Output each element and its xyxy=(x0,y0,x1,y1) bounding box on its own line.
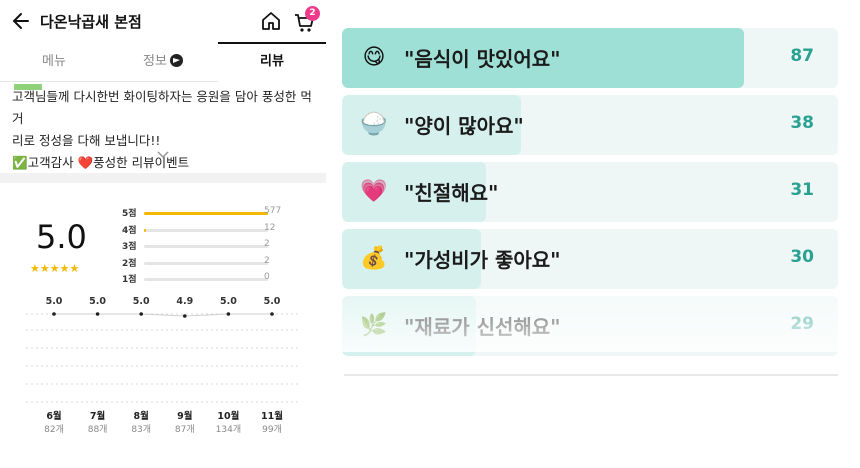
distribution-count: 0 xyxy=(264,272,270,282)
keyword-count: 30 xyxy=(790,247,814,267)
distribution-track xyxy=(144,245,268,248)
keyword-count: 87 xyxy=(790,46,814,66)
distribution-fill xyxy=(144,228,147,232)
distribution-count: 12 xyxy=(264,222,276,233)
keyword-count: 31 xyxy=(790,180,814,200)
monthly-trend-chart: 5.0 6월 82개 5.0 7월 88개 5.0 8월 83개 4.9 9월 87개 5.0 10월 13… xyxy=(26,292,300,435)
tab-review[interactable]: 리뷰 xyxy=(218,42,326,82)
trend-point xyxy=(270,312,274,316)
keyword-emoji-icon: 💰 xyxy=(360,246,388,271)
telegram-icon xyxy=(169,54,183,67)
keyword-label: "친절해요" xyxy=(404,181,499,205)
distribution-count: 2 xyxy=(264,239,270,249)
keyword-emoji-icon: 💗 xyxy=(360,179,388,204)
trend-review-count: 87개 xyxy=(174,425,195,435)
trend-month-label: 9월 xyxy=(177,411,193,422)
trend-point xyxy=(139,312,143,316)
chevron-down-icon[interactable] xyxy=(156,150,170,160)
keyword-row[interactable]: 💰 "가성비가 좋아요" 30 xyxy=(342,229,838,289)
trend-review-count: 83개 xyxy=(131,425,152,435)
back-arrow-icon[interactable] xyxy=(10,10,32,32)
store-review-panel: 다온낙곱새 본점 2 메뉴 정보 리뷰 고객님들께 다시한번 화이팅하자는 응원… xyxy=(0,0,326,468)
keyword-emoji-icon: 🍚 xyxy=(360,112,388,137)
distribution-label: 2점 xyxy=(122,258,137,269)
trend-score-label: 5.0 xyxy=(89,296,107,307)
app-header: 다온낙곱새 본점 2 xyxy=(0,0,326,42)
section-divider xyxy=(0,173,326,183)
keyword-label: "재료가 신선해요" xyxy=(404,315,561,339)
store-notice: 고객님들께 다시한번 화이팅하자는 응원을 담아 풍성한 먹거 리로 정성을 다… xyxy=(12,84,322,174)
distribution-label: 1점 xyxy=(122,275,137,285)
panel-gap xyxy=(326,0,342,468)
distribution-row: 2점 2 xyxy=(112,256,298,270)
trend-review-count: 99개 xyxy=(262,425,282,435)
tab-info[interactable]: 정보 xyxy=(109,42,217,82)
keyword-label: "양이 많아요" xyxy=(404,114,524,138)
distribution-label: 3점 xyxy=(122,242,137,252)
notice-line-1: 고객님들께 다시한번 화이팅하자는 응원을 담아 풍성한 먹거 xyxy=(12,89,312,126)
review-keyword-list: 😋 "음식이 맛있어요" 87 🍚 "양이 많아요" 38 💗 "친절해요" 31 💰 "가성비가 … xyxy=(342,22,840,382)
trend-grid xyxy=(26,312,300,403)
distribution-track xyxy=(144,228,268,232)
trend-month-label: 8월 xyxy=(133,411,149,422)
tab-menu[interactable]: 메뉴 xyxy=(0,42,108,82)
tab-info-label: 정보 xyxy=(143,54,167,69)
distribution-count: 2 xyxy=(264,255,270,266)
trend-score-label: 4.9 xyxy=(176,296,194,307)
keyword-emoji-icon: 😋 xyxy=(362,45,386,70)
keyword-row[interactable]: 🌿 "재료가 신선해요" 29 xyxy=(342,296,838,356)
trend-review-count: 82개 xyxy=(44,425,64,435)
trend-score-label: 5.0 xyxy=(132,296,150,307)
trend-point xyxy=(183,314,187,318)
distribution-row: 4점 12 xyxy=(112,223,298,237)
store-tabs: 메뉴 정보 리뷰 xyxy=(0,42,326,82)
keyword-count: 29 xyxy=(790,314,814,334)
trend-score-label: 5.0 xyxy=(263,296,281,307)
keyword-row[interactable]: 🍚 "양이 많아요" 38 xyxy=(342,95,838,155)
distribution-fill xyxy=(144,212,268,215)
trend-review-count: 88개 xyxy=(87,425,108,435)
distribution-track xyxy=(144,212,268,215)
distribution-row: 3점 2 xyxy=(112,239,298,253)
distribution-label: 5점 xyxy=(122,209,137,219)
trend-month-label: 7월 xyxy=(89,411,106,422)
distribution-track xyxy=(144,261,268,265)
distribution-row: 5점 577 xyxy=(112,206,298,220)
trend-month-label: 11월 xyxy=(261,411,283,422)
star-rating: ★★★★★ xyxy=(30,262,80,275)
trend-month-label: 6월 xyxy=(46,411,62,422)
distribution-track xyxy=(144,278,268,281)
keyword-row[interactable]: 😋 "음식이 맛있어요" 87 xyxy=(342,28,838,88)
trend-point xyxy=(52,312,56,316)
keyword-label: "음식이 맛있어요" xyxy=(404,47,561,71)
trend-month-label: 10월 xyxy=(217,411,240,422)
cart-count-badge: 2 xyxy=(305,6,320,21)
distribution-row: 1점 0 xyxy=(112,272,298,286)
trend-score-label: 5.0 xyxy=(45,296,63,307)
store-name: 다온낙곱새 본점 xyxy=(40,13,142,31)
notice-line-2: 리로 정성을 다해 보냅니다!! xyxy=(12,133,161,148)
keyword-emoji-icon: 🌿 xyxy=(360,313,388,338)
distribution-count: 577 xyxy=(264,206,282,216)
trend-point xyxy=(226,312,231,316)
trend-point xyxy=(95,312,100,316)
home-icon[interactable] xyxy=(260,10,282,32)
screen: 다온낙곱새 본점 2 메뉴 정보 리뷰 고객님들께 다시한번 화이팅하자는 응원… xyxy=(0,0,860,468)
trend-score-label: 5.0 xyxy=(219,296,237,307)
average-score: 5.0 xyxy=(36,218,87,256)
keyword-row[interactable]: 💗 "친절해요" 31 xyxy=(342,162,838,222)
list-bottom-divider xyxy=(344,374,838,376)
keyword-count: 38 xyxy=(790,113,814,133)
trend-review-count: 134개 xyxy=(215,425,242,435)
keyword-label: "가성비가 좋아요" xyxy=(404,248,561,272)
distribution-label: 4점 xyxy=(122,225,137,236)
